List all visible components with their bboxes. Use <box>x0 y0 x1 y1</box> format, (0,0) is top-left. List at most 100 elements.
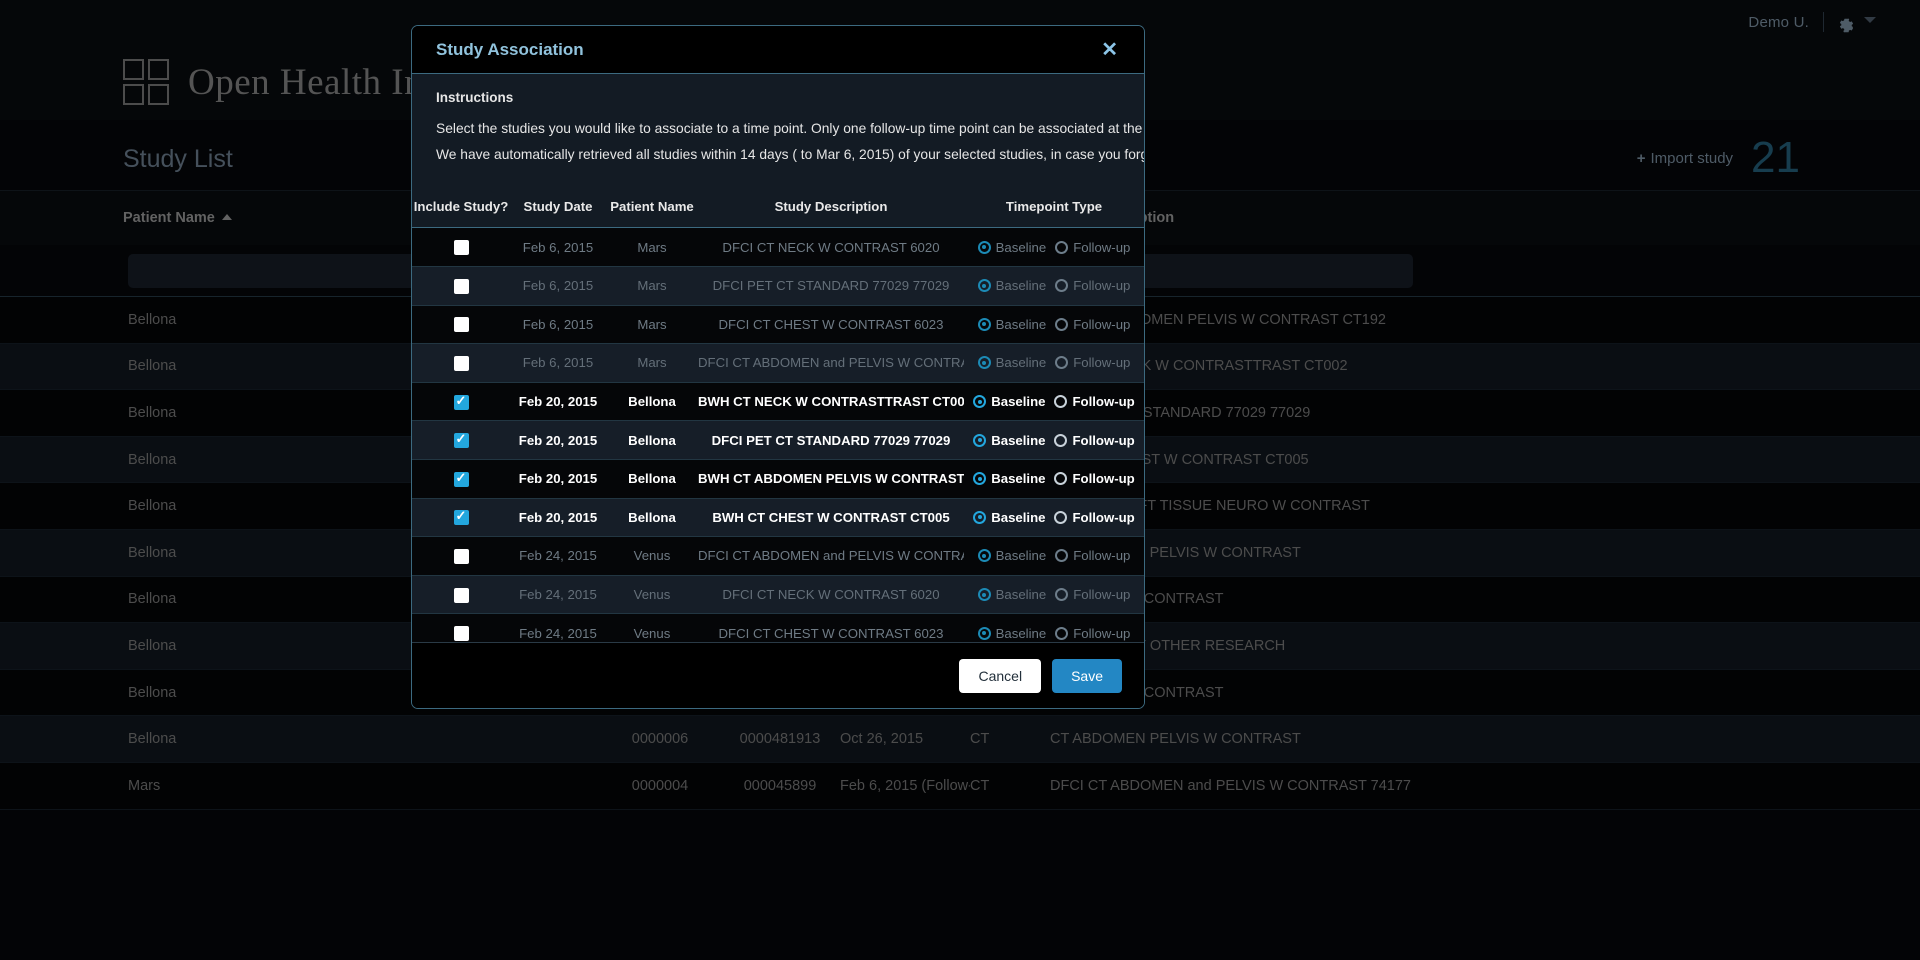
timepoint-option-baseline[interactable]: Baseline <box>973 510 1045 525</box>
cell-timepoint-type: Baseline Follow-up <box>964 278 1144 293</box>
radio-baseline[interactable] <box>978 588 991 601</box>
cell-include-study <box>412 316 510 332</box>
table-row[interactable]: Feb 24, 2015VenusDFCI CT ABDOMEN and PEL… <box>412 537 1144 576</box>
cell-study-description: DFCI PET CT STANDARD 77029 77029 <box>698 278 964 293</box>
table-row[interactable]: Feb 20, 2015BellonaBWH CT ABDOMEN PELVIS… <box>412 460 1144 499</box>
timepoint-option-baseline[interactable]: Baseline <box>978 626 1047 641</box>
timepoint-option-followup[interactable]: Follow-up <box>1055 626 1130 641</box>
cell-include-study <box>412 355 510 371</box>
radio-followup[interactable] <box>1055 627 1068 640</box>
include-study-checkbox[interactable] <box>454 588 469 603</box>
cell-study-date: Feb 24, 2015 <box>510 548 606 563</box>
cell-timepoint-type: Baseline Follow-up <box>964 510 1144 525</box>
radio-baseline[interactable] <box>978 627 991 640</box>
table-row[interactable]: Feb 24, 2015VenusDFCI CT NECK W CONTRAST… <box>412 576 1144 615</box>
include-study-checkbox[interactable] <box>454 356 469 371</box>
cell-study-date: Feb 6, 2015 <box>510 317 606 332</box>
cell-study-description: BWH CT ABDOMEN PELVIS W CONTRAST CT192 <box>698 471 964 486</box>
instructions-heading: Instructions <box>436 90 1120 105</box>
cell-include-study <box>412 471 510 487</box>
table-row[interactable]: Feb 24, 2015VenusDFCI CT CHEST W CONTRAS… <box>412 614 1144 642</box>
cell-study-description: DFCI CT CHEST W CONTRAST 6023 <box>698 626 964 641</box>
cell-timepoint-type: Baseline Follow-up <box>964 317 1144 332</box>
timepoint-option-followup[interactable]: Follow-up <box>1054 471 1134 486</box>
cell-study-date: Feb 6, 2015 <box>510 240 606 255</box>
table-row[interactable]: Feb 20, 2015BellonaDFCI PET CT STANDARD … <box>412 421 1144 460</box>
save-button[interactable]: Save <box>1052 659 1122 693</box>
timepoint-option-baseline[interactable]: Baseline <box>978 240 1047 255</box>
include-study-checkbox[interactable] <box>454 279 469 294</box>
radio-baseline[interactable] <box>973 434 986 447</box>
cell-patient-name: Bellona <box>606 510 698 525</box>
include-study-checkbox[interactable] <box>454 317 469 332</box>
radio-followup[interactable] <box>1055 549 1068 562</box>
cancel-button[interactable]: Cancel <box>959 659 1041 693</box>
radio-followup[interactable] <box>1055 279 1068 292</box>
radio-baseline[interactable] <box>978 318 991 331</box>
timepoint-option-followup[interactable]: Follow-up <box>1055 548 1130 563</box>
include-study-checkbox[interactable] <box>454 626 469 641</box>
include-study-checkbox[interactable] <box>454 472 469 487</box>
close-icon[interactable]: ✕ <box>1096 38 1123 62</box>
timepoint-option-baseline[interactable]: Baseline <box>973 433 1045 448</box>
radio-baseline[interactable] <box>978 356 991 369</box>
timepoint-option-baseline[interactable]: Baseline <box>973 394 1045 409</box>
timepoint-option-baseline[interactable]: Baseline <box>978 317 1047 332</box>
association-table-body: Feb 6, 2015MarsDFCI CT NECK W CONTRAST 6… <box>412 228 1144 642</box>
include-study-checkbox[interactable] <box>454 549 469 564</box>
radio-followup[interactable] <box>1055 588 1068 601</box>
radio-followup[interactable] <box>1055 356 1068 369</box>
radio-baseline[interactable] <box>978 279 991 292</box>
timepoint-option-followup[interactable]: Follow-up <box>1055 240 1130 255</box>
radio-followup[interactable] <box>1055 318 1068 331</box>
timepoint-option-baseline[interactable]: Baseline <box>978 355 1047 370</box>
cell-study-description: DFCI CT NECK W CONTRAST 6020 <box>698 587 964 602</box>
timepoint-label: Follow-up <box>1072 433 1134 448</box>
radio-baseline[interactable] <box>978 241 991 254</box>
cell-timepoint-type: Baseline Follow-up <box>964 587 1144 602</box>
radio-followup[interactable] <box>1054 511 1067 524</box>
timepoint-option-followup[interactable]: Follow-up <box>1055 587 1130 602</box>
timepoint-option-followup[interactable]: Follow-up <box>1055 317 1130 332</box>
cell-study-date: Feb 6, 2015 <box>510 355 606 370</box>
table-row[interactable]: Feb 20, 2015BellonaBWH CT CHEST W CONTRA… <box>412 499 1144 538</box>
table-row[interactable]: Feb 6, 2015MarsDFCI CT CHEST W CONTRAST … <box>412 306 1144 345</box>
timepoint-option-followup[interactable]: Follow-up <box>1055 355 1130 370</box>
column-header-patient-name: Patient Name <box>606 199 698 214</box>
table-row[interactable]: Feb 6, 2015MarsDFCI CT ABDOMEN and PELVI… <box>412 344 1144 383</box>
timepoint-option-baseline[interactable]: Baseline <box>978 278 1047 293</box>
include-study-checkbox[interactable] <box>454 395 469 410</box>
include-study-checkbox[interactable] <box>454 510 469 525</box>
radio-baseline[interactable] <box>973 472 986 485</box>
radio-baseline[interactable] <box>973 511 986 524</box>
include-study-checkbox[interactable] <box>454 433 469 448</box>
timepoint-option-followup[interactable]: Follow-up <box>1054 433 1134 448</box>
cell-patient-name: Mars <box>606 317 698 332</box>
radio-followup[interactable] <box>1055 241 1068 254</box>
timepoint-option-followup[interactable]: Follow-up <box>1055 278 1130 293</box>
include-study-checkbox[interactable] <box>454 240 469 255</box>
table-row[interactable]: Feb 20, 2015BellonaBWH CT NECK W CONTRAS… <box>412 383 1144 422</box>
timepoint-option-baseline[interactable]: Baseline <box>978 548 1047 563</box>
timepoint-label: Follow-up <box>1073 278 1130 293</box>
radio-baseline[interactable] <box>973 395 986 408</box>
column-header-timepoint-type: Timepoint Type <box>964 199 1144 214</box>
association-table: Include Study? Study Date Patient Name S… <box>412 186 1144 642</box>
cell-study-description: DFCI CT NECK W CONTRAST 6020 <box>698 240 964 255</box>
timepoint-option-baseline[interactable]: Baseline <box>973 471 1045 486</box>
cell-timepoint-type: Baseline Follow-up <box>964 394 1144 409</box>
radio-followup[interactable] <box>1054 434 1067 447</box>
timepoint-label: Follow-up <box>1073 626 1130 641</box>
modal-footer: Cancel Save <box>412 642 1144 708</box>
table-row[interactable]: Feb 6, 2015MarsDFCI PET CT STANDARD 7702… <box>412 267 1144 306</box>
radio-baseline[interactable] <box>978 549 991 562</box>
radio-followup[interactable] <box>1054 395 1067 408</box>
timepoint-option-baseline[interactable]: Baseline <box>978 587 1047 602</box>
table-row[interactable]: Feb 6, 2015MarsDFCI CT NECK W CONTRAST 6… <box>412 228 1144 267</box>
radio-followup[interactable] <box>1054 472 1067 485</box>
timepoint-option-followup[interactable]: Follow-up <box>1054 394 1134 409</box>
timepoint-label: Baseline <box>991 394 1045 409</box>
cell-study-description: DFCI PET CT STANDARD 77029 77029 <box>698 433 964 448</box>
timepoint-option-followup[interactable]: Follow-up <box>1054 510 1134 525</box>
cell-study-date: Feb 20, 2015 <box>510 433 606 448</box>
